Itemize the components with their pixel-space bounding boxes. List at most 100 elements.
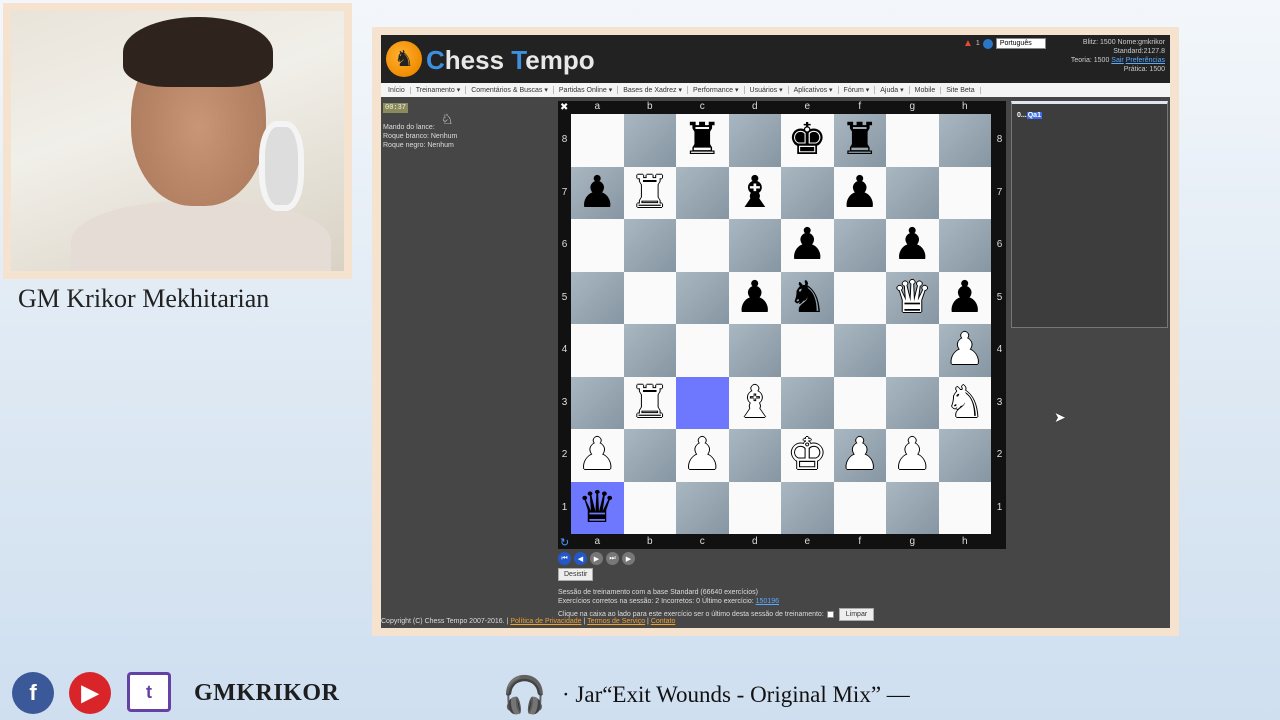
menu-item-partidas-online[interactable]: Partidas Online ▾	[554, 86, 619, 94]
nav-forward-icon[interactable]: ▶	[590, 552, 603, 565]
black-pawn-icon[interactable]: ♟	[840, 170, 879, 215]
menu-item-site-beta[interactable]: Site Beta	[941, 86, 981, 94]
nav-back-icon[interactable]: ◀	[574, 552, 587, 565]
square-e8[interactable]: ♚	[781, 114, 834, 167]
menu-item-ajuda[interactable]: Ajuda ▾	[875, 86, 910, 94]
chesstempo-logo-icon[interactable]: ♞	[386, 41, 422, 77]
square-c6[interactable]	[676, 219, 729, 272]
flip-board-icon[interactable]: ↻	[560, 536, 569, 549]
black-rook-icon[interactable]: ♜	[683, 118, 722, 162]
square-d2[interactable]	[728, 429, 781, 482]
square-a3[interactable]	[571, 376, 624, 429]
black-knight-icon[interactable]: ♞	[788, 275, 827, 320]
white-pawn-icon[interactable]: ♟	[683, 433, 722, 477]
square-d3[interactable]: ♝	[728, 376, 781, 429]
white-rook-icon[interactable]: ♜	[630, 170, 669, 215]
terms-link[interactable]: Termos de Serviço	[587, 618, 645, 625]
nav-last-icon[interactable]: ⏭	[606, 552, 619, 565]
square-a4[interactable]	[571, 324, 624, 377]
black-bishop-icon[interactable]: ♝	[735, 170, 774, 215]
square-b3[interactable]: ♜	[623, 376, 676, 429]
menu-item-usuarios[interactable]: Usuários ▾	[745, 86, 789, 94]
square-d7[interactable]: ♝	[728, 166, 781, 219]
nav-first-icon[interactable]: ⏮	[558, 552, 571, 565]
square-a7[interactable]: ♟	[571, 166, 624, 219]
white-pawn-icon[interactable]: ♟	[945, 328, 984, 372]
square-e4[interactable]	[781, 324, 834, 377]
square-d6[interactable]	[728, 219, 781, 272]
black-pawn-icon[interactable]: ♟	[945, 275, 984, 320]
square-f8[interactable]: ♜	[833, 114, 886, 167]
square-b1[interactable]	[623, 481, 676, 534]
square-e3[interactable]	[781, 376, 834, 429]
square-b7[interactable]: ♜	[623, 166, 676, 219]
square-e2[interactable]: ♚	[781, 429, 834, 482]
black-pawn-icon[interactable]: ♟	[893, 223, 932, 267]
chess-board[interactable]: ♜ ♚ ♜ ♟ ♜ ♝ ♟ ♟ ♟ ♟ ♞ ♛ ♟ ♟ ♜ ♝ ♞ ♟ ♟ ♚ ♟ ♟ ♛	[571, 114, 991, 534]
white-knight-icon[interactable]: ♞	[945, 380, 984, 425]
square-h4[interactable]: ♟	[938, 324, 991, 377]
last-exercise-checkbox[interactable]	[826, 611, 834, 618]
last-exercise-link[interactable]: 150196	[756, 598, 779, 605]
square-c7[interactable]	[676, 166, 729, 219]
white-pawn-icon[interactable]: ♟	[893, 433, 932, 477]
square-f4[interactable]	[833, 324, 886, 377]
square-g5[interactable]: ♛	[886, 271, 939, 324]
white-king-icon[interactable]: ♚	[788, 433, 827, 477]
menu-item-forum[interactable]: Fórum ▾	[839, 86, 876, 94]
square-a1[interactable]: ♛	[571, 481, 624, 534]
black-pawn-icon[interactable]: ♟	[578, 170, 617, 215]
square-g7[interactable]	[886, 166, 939, 219]
square-f3[interactable]	[833, 376, 886, 429]
square-f6[interactable]	[833, 219, 886, 272]
white-pawn-icon[interactable]: ♟	[840, 433, 879, 477]
square-d1[interactable]	[728, 481, 781, 534]
menu-item-performance[interactable]: Performance ▾	[688, 86, 745, 94]
square-b2[interactable]	[623, 429, 676, 482]
square-a5[interactable]	[571, 271, 624, 324]
square-e7[interactable]	[781, 166, 834, 219]
square-b4[interactable]	[623, 324, 676, 377]
square-h7[interactable]	[938, 166, 991, 219]
square-f7[interactable]: ♟	[833, 166, 886, 219]
black-king-icon[interactable]: ♚	[788, 118, 827, 162]
square-d8[interactable]	[728, 114, 781, 167]
square-g1[interactable]	[886, 481, 939, 534]
square-f2[interactable]: ♟	[833, 429, 886, 482]
square-e6[interactable]: ♟	[781, 219, 834, 272]
menu-item-comentarios[interactable]: Comentários & Buscas ▾	[466, 86, 554, 94]
desistir-button[interactable]: Desistir	[558, 568, 594, 581]
square-c3[interactable]	[676, 376, 729, 429]
black-queen-icon[interactable]: ♛	[578, 485, 617, 530]
tools-icon[interactable]: ✖	[560, 102, 568, 113]
language-select[interactable]: Português	[995, 38, 1046, 49]
square-g4[interactable]	[886, 324, 939, 377]
square-h1[interactable]	[938, 481, 991, 534]
square-g6[interactable]: ♟	[886, 219, 939, 272]
white-pawn-icon[interactable]: ♟	[578, 433, 617, 477]
square-a6[interactable]	[571, 219, 624, 272]
square-c2[interactable]: ♟	[676, 429, 729, 482]
square-e1[interactable]	[781, 481, 834, 534]
square-e5[interactable]: ♞	[781, 271, 834, 324]
black-rook-icon[interactable]: ♜	[840, 118, 879, 162]
square-a8[interactable]	[571, 114, 624, 167]
white-queen-icon[interactable]: ♛	[893, 275, 932, 320]
contact-link[interactable]: Contato	[651, 618, 676, 625]
square-g2[interactable]: ♟	[886, 429, 939, 482]
square-c8[interactable]: ♜	[676, 114, 729, 167]
square-f5[interactable]	[833, 271, 886, 324]
black-pawn-icon[interactable]: ♟	[735, 275, 774, 320]
square-f1[interactable]	[833, 481, 886, 534]
square-a2[interactable]: ♟	[571, 429, 624, 482]
site-logo-text[interactable]: Chess Tempo	[426, 45, 595, 76]
square-b6[interactable]	[623, 219, 676, 272]
square-d5[interactable]: ♟	[728, 271, 781, 324]
menu-item-bases[interactable]: Bases de Xadrez ▾	[618, 86, 688, 94]
white-rook-icon[interactable]: ♜	[630, 380, 669, 425]
current-move[interactable]: Qa1	[1026, 112, 1042, 119]
menu-item-inicio[interactable]: Início	[383, 86, 411, 94]
square-c1[interactable]	[676, 481, 729, 534]
privacy-link[interactable]: Política de Privacidade	[510, 618, 581, 625]
sair-link[interactable]: Sair	[1111, 57, 1123, 64]
